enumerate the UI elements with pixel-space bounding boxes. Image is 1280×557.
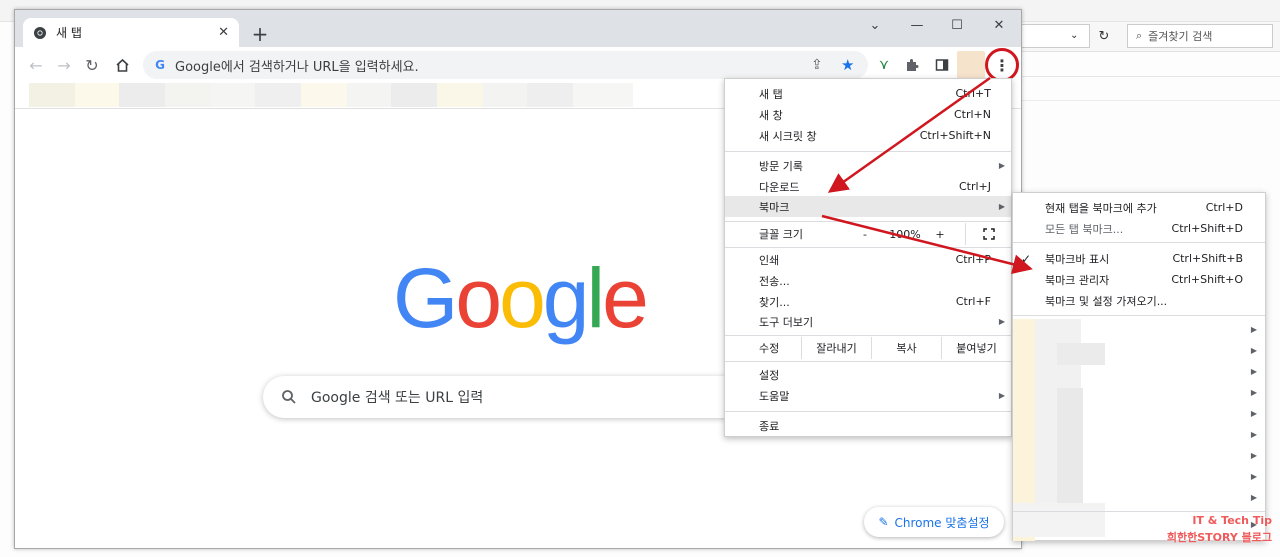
annotation-arrow xyxy=(821,214,1033,275)
annotation-arrow xyxy=(827,76,991,193)
watermark-line: 희한한STORY 블로그 xyxy=(1166,531,1272,544)
watermark-line: IT & Tech Tip xyxy=(1192,514,1272,527)
watermark: IT & Tech Tip 희한한STORY 블로그 xyxy=(1160,512,1272,546)
annotation-arrows xyxy=(821,76,1033,275)
